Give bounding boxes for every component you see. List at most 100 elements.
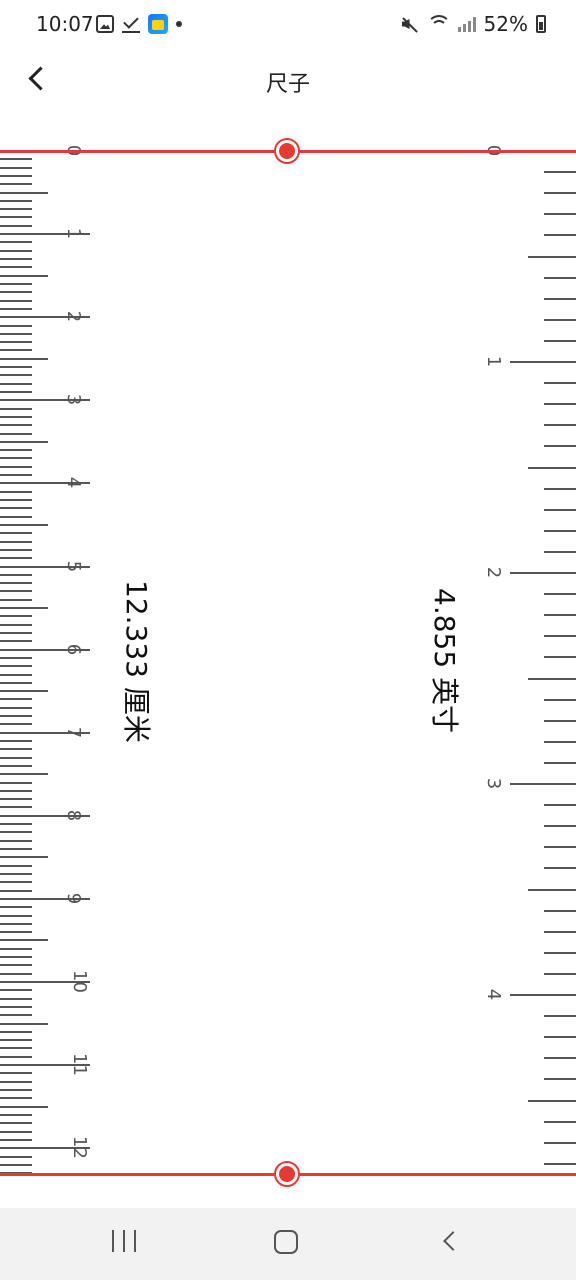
inch-label: 4	[483, 988, 505, 1001]
inch-tick	[544, 1162, 576, 1165]
inch-measurement: 4.855 英寸	[428, 588, 461, 734]
inch-tick	[544, 508, 576, 511]
cm-tick	[0, 183, 32, 186]
cm-tick	[0, 407, 32, 410]
app-bar: 尺子	[0, 48, 576, 119]
inch-tick	[544, 930, 576, 933]
cm-tick	[0, 607, 48, 610]
inch-tick	[510, 994, 576, 996]
cm-label: 4	[63, 477, 85, 489]
cm-tick	[0, 1138, 32, 1141]
cm-tick	[0, 756, 32, 759]
cm-tick	[0, 781, 32, 784]
inch-tick	[510, 572, 576, 574]
cm-tick	[0, 864, 32, 867]
cm-label: 12	[68, 1136, 90, 1160]
cm-tick	[0, 681, 32, 684]
ruler-area[interactable]: 0123456789101112 01234 12.333 厘米 4.855 英…	[0, 118, 576, 1208]
cm-tick	[0, 465, 32, 468]
cm-tick	[0, 922, 32, 925]
cm-tick	[0, 1163, 32, 1166]
system-back-button[interactable]	[438, 1230, 462, 1254]
inch-tick	[544, 234, 576, 237]
battery-icon	[536, 15, 546, 33]
cm-tick	[0, 590, 32, 593]
inch-tick	[544, 382, 576, 385]
cm-tick	[0, 166, 32, 169]
system-icons: 52%	[400, 12, 546, 36]
inch-tick	[544, 1057, 576, 1060]
cm-tick	[0, 964, 32, 967]
cm-tick	[0, 573, 32, 576]
cm-tick	[0, 582, 32, 585]
cm-label: 1	[63, 227, 85, 240]
cm-tick	[0, 507, 32, 510]
cm-tick	[0, 889, 32, 892]
inch-tick	[544, 1015, 576, 1018]
inch-label: 3	[483, 777, 505, 790]
inch-tick	[544, 972, 576, 975]
cm-label: 11	[68, 1053, 90, 1077]
cm-tick	[0, 740, 32, 742]
cm-tick	[0, 1055, 32, 1058]
navigation-bar	[0, 1208, 576, 1280]
cm-tick	[0, 706, 32, 709]
cm-tick	[0, 631, 32, 634]
inch-tick	[544, 339, 576, 342]
cm-label: 9	[63, 892, 85, 905]
cm-tick	[0, 532, 32, 535]
inch-tick	[544, 846, 576, 849]
cm-tick	[0, 856, 48, 859]
cm-tick	[0, 1097, 32, 1100]
gallery-icon	[96, 15, 114, 33]
cm-tick	[0, 914, 32, 917]
cm-tick	[0, 881, 32, 884]
cm-tick	[0, 640, 32, 643]
inch-label: 2	[483, 566, 505, 579]
cm-tick	[0, 158, 32, 161]
battery-percent: 52%	[483, 12, 528, 36]
inch-tick	[544, 867, 576, 870]
cm-tick	[0, 939, 48, 942]
cm-tick	[0, 332, 32, 335]
signal-icon	[457, 16, 476, 32]
cm-tick	[0, 872, 32, 875]
cm-tick	[0, 299, 32, 302]
cm-tick	[0, 540, 32, 543]
recent-apps-button[interactable]	[112, 1230, 136, 1256]
cm-label: 7	[63, 726, 85, 738]
cm-tick	[0, 906, 32, 909]
cm-tick	[0, 1105, 48, 1108]
cm-tick	[0, 615, 32, 618]
top-measure-handle[interactable]	[274, 138, 300, 164]
inch-tick	[544, 761, 576, 764]
inch-tick	[544, 1036, 576, 1039]
download-complete-icon	[122, 15, 140, 33]
cm-tick	[0, 1080, 32, 1083]
cm-tick	[0, 1047, 32, 1050]
cm-tick	[0, 1014, 32, 1017]
cm-tick	[0, 1005, 32, 1008]
inch-tick	[544, 614, 576, 617]
cm-tick	[0, 457, 32, 460]
inch-tick	[544, 318, 576, 321]
cm-tick	[0, 174, 32, 177]
cm-tick	[0, 374, 32, 377]
cm-label: 3	[63, 394, 85, 406]
cm-tick	[0, 1113, 32, 1116]
inch-tick	[544, 403, 576, 406]
cm-tick	[0, 515, 32, 518]
cm-tick	[0, 848, 32, 851]
inch-tick	[544, 297, 576, 300]
inch-tick	[528, 677, 576, 680]
page-title: 尺子	[265, 72, 310, 97]
bottom-measure-handle[interactable]	[274, 1161, 300, 1187]
inch-tick	[528, 1099, 576, 1102]
home-button[interactable]	[274, 1230, 298, 1254]
inch-tick	[544, 593, 576, 596]
inch-tick	[544, 656, 576, 659]
cm-tick	[0, 690, 48, 693]
cm-tick	[0, 931, 32, 934]
cm-tick	[0, 490, 32, 493]
cm-tick	[0, 839, 32, 842]
